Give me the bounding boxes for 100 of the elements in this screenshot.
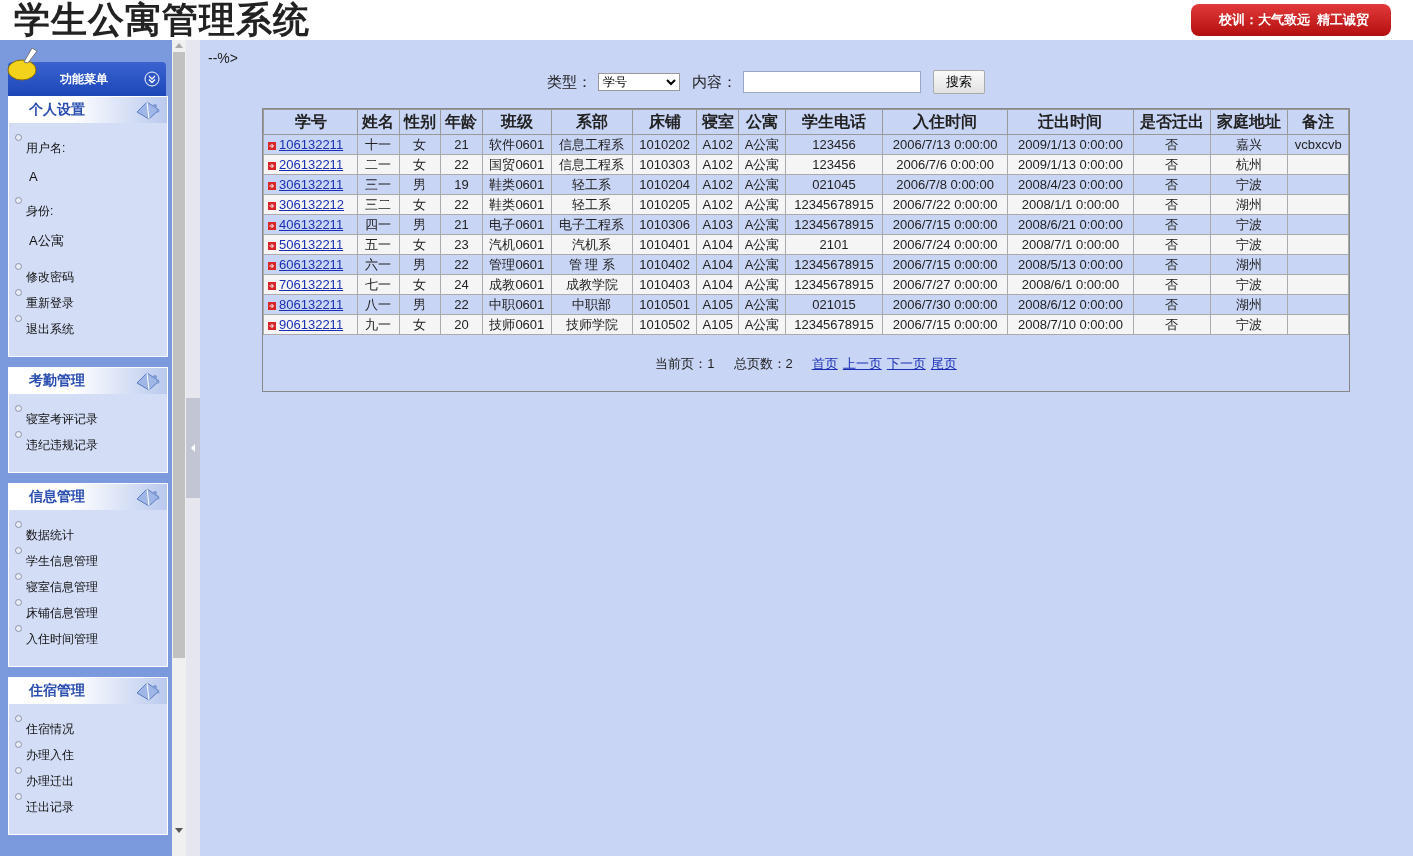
table-cell: 宁波 xyxy=(1236,176,1263,192)
table-cell: A公寓 xyxy=(744,156,780,172)
panel-title[interactable]: 个人设置 xyxy=(29,101,85,119)
table-cell: 2006/7/15 0:00:00 xyxy=(892,217,998,232)
table-cell: 1010403 xyxy=(639,277,690,292)
menu-link[interactable]: 寝室考评记录 xyxy=(26,411,98,428)
menu-link[interactable]: 违纪违规记录 xyxy=(26,437,98,454)
table-cell: A公寓 xyxy=(744,196,780,212)
app-title: 学生公寓管理系统 xyxy=(14,0,310,40)
page-link[interactable]: 上一页 xyxy=(842,355,882,373)
menu-link[interactable]: 迁出记录 xyxy=(26,799,74,816)
menu-link[interactable]: 办理入住 xyxy=(26,747,74,764)
table-cell: 22 xyxy=(454,197,469,212)
bullet-icon xyxy=(15,134,22,141)
content-field[interactable] xyxy=(742,71,921,93)
table-cell: 宁波 xyxy=(1236,316,1263,332)
table-cell: 湖州 xyxy=(1236,196,1263,212)
bullet-icon xyxy=(15,197,22,204)
table-cell: 女 xyxy=(413,316,427,332)
table-cell: 鞋类0601 xyxy=(489,176,545,192)
column-header: 入住时间 xyxy=(882,109,1008,135)
table-cell: 技师0601 xyxy=(489,316,545,332)
splitter-handle[interactable] xyxy=(186,398,200,498)
table-cell: 2006/7/30 0:00:00 xyxy=(892,297,998,312)
arrow-icon xyxy=(268,141,276,150)
table-cell: 技师学院 xyxy=(565,316,618,332)
table-cell: 否 xyxy=(1165,156,1179,172)
table-cell: 鞋类0601 xyxy=(489,196,545,212)
gem-icon xyxy=(135,100,161,120)
table-cell: 女 xyxy=(413,136,427,152)
table-cell: 20 xyxy=(454,317,469,332)
table-cell: 杭州 xyxy=(1236,156,1263,172)
table-cell: 021015 xyxy=(812,297,856,312)
table-cell: 22 xyxy=(454,157,469,172)
arrow-icon xyxy=(268,301,276,310)
table-cell: 国贸0601 xyxy=(489,156,545,172)
table-cell: 1010306 xyxy=(639,217,690,232)
menu-link[interactable]: 数据统计 xyxy=(26,527,74,544)
table-cell: 2008/4/23 0:00:00 xyxy=(1018,177,1123,192)
table-cell: 1010205 xyxy=(639,197,690,212)
gem-icon xyxy=(135,487,161,507)
table-cell: 男 xyxy=(413,216,427,232)
table-cell: A103 xyxy=(702,217,733,232)
search-button[interactable]: 搜索 xyxy=(932,70,985,94)
table-cell: 三一 xyxy=(365,176,392,192)
motto-banner: 校训：大气致远 精工诚贸 xyxy=(1190,4,1391,36)
panel-title[interactable]: 住宿管理 xyxy=(29,682,85,700)
column-header: 迁出时间 xyxy=(1007,109,1134,135)
column-header: 公寓 xyxy=(738,109,786,135)
arrow-icon xyxy=(268,181,276,190)
menu-link[interactable]: 住宿情况 xyxy=(26,721,74,738)
menu-link[interactable]: 床铺信息管理 xyxy=(26,605,98,622)
type-dropdown[interactable]: 学号 xyxy=(597,73,680,91)
table-cell: 六一 xyxy=(365,256,392,272)
table-cell: 2006/7/15 0:00:00 xyxy=(892,317,998,332)
scroll-up-icon[interactable] xyxy=(175,42,183,48)
menu-link[interactable]: 办理迁出 xyxy=(26,773,74,790)
column-header: 年龄 xyxy=(440,109,483,135)
column-header: 家庭地址 xyxy=(1210,109,1288,135)
collapse-left-icon xyxy=(191,444,195,452)
arrow-icon xyxy=(268,221,276,230)
bullet-icon xyxy=(15,405,22,412)
menu-link[interactable]: 寝室信息管理 xyxy=(26,579,98,596)
table-cell: 轻工系 xyxy=(572,196,612,212)
bullet-icon xyxy=(15,289,22,296)
table-cell: 否 xyxy=(1165,196,1179,212)
table-cell: A105 xyxy=(702,317,733,332)
column-header: 寝室 xyxy=(696,109,739,135)
page-link[interactable]: 下一页 xyxy=(886,355,926,373)
table-cell: 男 xyxy=(413,256,427,272)
table-cell: 2006/7/22 0:00:00 xyxy=(892,197,998,212)
table-cell: 电子0601 xyxy=(489,216,545,232)
table-cell: A公寓 xyxy=(744,236,780,252)
table-cell: 2008/5/13 0:00:00 xyxy=(1018,257,1123,272)
table-cell: 21 xyxy=(454,217,469,232)
table-cell: 女 xyxy=(413,236,427,252)
column-header: 床铺 xyxy=(632,109,697,135)
table-cell: 否 xyxy=(1165,136,1179,152)
page-link[interactable]: 首页 xyxy=(811,355,838,373)
stray-text: --%> xyxy=(208,50,239,66)
arrow-icon xyxy=(268,161,276,170)
bullet-icon xyxy=(15,767,22,774)
table-cell: 2008/7/10 0:00:00 xyxy=(1018,317,1123,332)
table-cell: A102 xyxy=(702,177,733,192)
scroll-down-icon[interactable] xyxy=(175,828,183,834)
menu-link[interactable]: 退出系统 xyxy=(26,321,74,338)
panel-title[interactable]: 考勤管理 xyxy=(29,372,85,390)
table-cell: 否 xyxy=(1165,216,1179,232)
table-cell: 22 xyxy=(454,297,469,312)
table-cell: 中职部 xyxy=(572,296,612,312)
column-header: 备注 xyxy=(1287,109,1349,135)
collapse-icon[interactable] xyxy=(144,71,160,87)
page-link[interactable]: 尾页 xyxy=(930,355,957,373)
menu-link[interactable]: 学生信息管理 xyxy=(26,553,98,570)
menu-link[interactable]: 重新登录 xyxy=(26,295,74,312)
menu-link[interactable]: 入住时间管理 xyxy=(26,631,98,648)
table-cell: 2006/7/27 0:00:00 xyxy=(892,277,998,292)
panel-title[interactable]: 信息管理 xyxy=(29,488,85,506)
table-cell: 五一 xyxy=(365,236,392,252)
menu-link[interactable]: 修改密码 xyxy=(26,269,74,286)
